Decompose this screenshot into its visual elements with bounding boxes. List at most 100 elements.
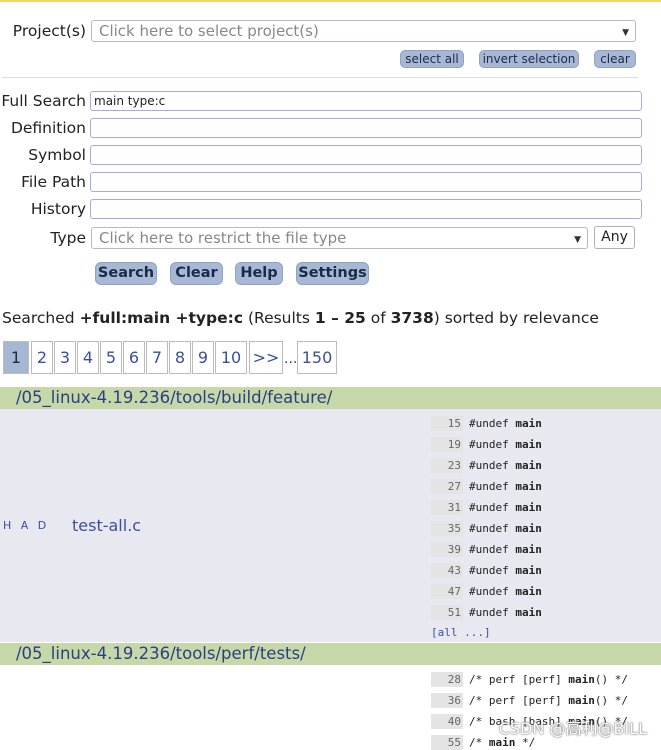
invert-selection-button[interactable]: invert selection	[479, 50, 579, 68]
history-input[interactable]	[90, 199, 642, 219]
result-file-link[interactable]: test-all.c	[72, 516, 141, 535]
page-9[interactable]: 9	[192, 341, 214, 374]
project-select[interactable]: Click here to select project(s) ▼	[91, 20, 636, 42]
select-all-button[interactable]: select all	[400, 50, 464, 68]
type-label: Type	[50, 229, 86, 247]
page-1[interactable]: 1	[3, 341, 29, 374]
clear-projects-button[interactable]: clear	[594, 50, 636, 68]
code-text: () */	[594, 694, 628, 707]
line-number-link[interactable]: 31	[431, 500, 463, 515]
help-button[interactable]: Help	[235, 262, 283, 285]
code-text: /*	[469, 736, 489, 749]
code-text: #undef	[469, 606, 516, 619]
clear-button[interactable]: Clear	[170, 262, 223, 285]
code-line[interactable]: /* perf [perf] main() */	[469, 693, 628, 708]
page-5[interactable]: 5	[100, 341, 122, 374]
page-7[interactable]: 7	[146, 341, 168, 374]
code-text: #undef	[469, 459, 516, 472]
line-number-link[interactable]: 55	[431, 735, 463, 750]
type-select[interactable]: Click here to restrict the file type ▼	[91, 227, 588, 249]
line-number-link[interactable]: 43	[431, 563, 463, 578]
divider	[2, 77, 638, 78]
line-number-link[interactable]: 23	[431, 458, 463, 473]
line-number-link[interactable]: 28	[431, 672, 463, 687]
line-number-link[interactable]: 35	[431, 521, 463, 536]
code-text: () */	[594, 673, 628, 686]
page-6[interactable]: 6	[123, 341, 145, 374]
result-directory[interactable]: /05_linux-4.19.236/tools/build/feature/	[0, 387, 661, 409]
page-4[interactable]: 4	[77, 341, 99, 374]
projects-label: Project(s)	[12, 22, 86, 40]
line-number-link[interactable]: 51	[431, 605, 463, 620]
code-line[interactable]: #undef main	[469, 416, 542, 431]
match-highlight: main	[568, 694, 595, 707]
watermark: CSDN @高利@BILL	[498, 719, 647, 738]
symbol-input[interactable]	[90, 145, 642, 165]
page-8[interactable]: 8	[169, 341, 191, 374]
full-search-input[interactable]: main type:c	[90, 91, 642, 111]
code-text: #undef	[469, 480, 516, 493]
match-highlight: main	[515, 606, 542, 619]
line-number-link[interactable]: 27	[431, 479, 463, 494]
code-line[interactable]: /* perf [perf] main() */	[469, 672, 628, 687]
pagination-ellipsis: ...	[284, 351, 298, 367]
line-number-link[interactable]: 39	[431, 542, 463, 557]
code-line[interactable]: #undef main	[469, 458, 542, 473]
symbol-label: Symbol	[28, 146, 86, 164]
code-text: #undef	[469, 438, 516, 451]
line-number-link[interactable]: 19	[431, 437, 463, 452]
page-2[interactable]: 2	[31, 341, 53, 374]
summary-total: 3738	[390, 309, 434, 327]
search-summary: Searched +full:main +type:c (Results 1 –…	[2, 309, 599, 327]
code-text: /* perf [perf]	[469, 694, 569, 707]
next-pages-button[interactable]: >>	[249, 341, 283, 374]
code-text: #undef	[469, 564, 516, 577]
code-text: #undef	[469, 543, 516, 556]
history-annotate-download-links[interactable]: H A D	[3, 519, 49, 532]
match-highlight: main	[515, 522, 542, 535]
code-line[interactable]: #undef main	[469, 479, 542, 494]
search-button[interactable]: Search	[95, 262, 157, 285]
summary-of: of	[365, 309, 391, 327]
line-number-link[interactable]: 40	[431, 714, 463, 729]
page-10[interactable]: 10	[215, 341, 247, 374]
line-number-link[interactable]: 47	[431, 584, 463, 599]
file-path-input[interactable]	[90, 172, 642, 192]
chevron-down-icon: ▼	[622, 28, 629, 38]
code-text: #undef	[469, 501, 516, 514]
all-matches-link[interactable]: [all ...]	[431, 626, 491, 639]
code-line[interactable]: #undef main	[469, 563, 542, 578]
match-highlight: main	[515, 585, 542, 598]
line-number-link[interactable]: 36	[431, 693, 463, 708]
page-last[interactable]: 150	[297, 341, 337, 374]
chevron-down-icon: ▼	[574, 235, 581, 245]
full-search-label: Full Search	[1, 92, 86, 110]
code-line[interactable]: #undef main	[469, 605, 542, 620]
summary-query: +full:main +type:c	[79, 309, 244, 327]
any-type-button[interactable]: Any	[594, 226, 635, 249]
top-accent-line	[0, 0, 661, 2]
match-highlight: main	[515, 459, 542, 472]
definition-input[interactable]	[90, 118, 642, 138]
match-highlight: main	[515, 438, 542, 451]
match-highlight: main	[515, 501, 542, 514]
type-select-placeholder: Click here to restrict the file type	[99, 229, 347, 247]
history-label: History	[30, 200, 86, 218]
code-line[interactable]: #undef main	[469, 584, 542, 599]
code-line[interactable]: #undef main	[469, 542, 542, 557]
summary-results-open: (Results	[243, 309, 315, 327]
summary-prefix: Searched	[2, 309, 80, 327]
code-line[interactable]: #undef main	[469, 437, 542, 452]
code-line[interactable]: #undef main	[469, 521, 542, 536]
line-number-link[interactable]: 15	[431, 416, 463, 431]
code-line[interactable]: #undef main	[469, 500, 542, 515]
summary-suffix: ) sorted by relevance	[433, 309, 599, 327]
match-highlight: main	[568, 673, 595, 686]
match-highlight: main	[515, 543, 542, 556]
code-text: /* perf [perf]	[469, 673, 569, 686]
settings-button[interactable]: Settings	[296, 262, 369, 285]
match-highlight: main	[515, 564, 542, 577]
result-directory[interactable]: /05_linux-4.19.236/tools/perf/tests/	[0, 643, 661, 665]
project-select-placeholder: Click here to select project(s)	[99, 22, 319, 40]
page-3[interactable]: 3	[54, 341, 76, 374]
